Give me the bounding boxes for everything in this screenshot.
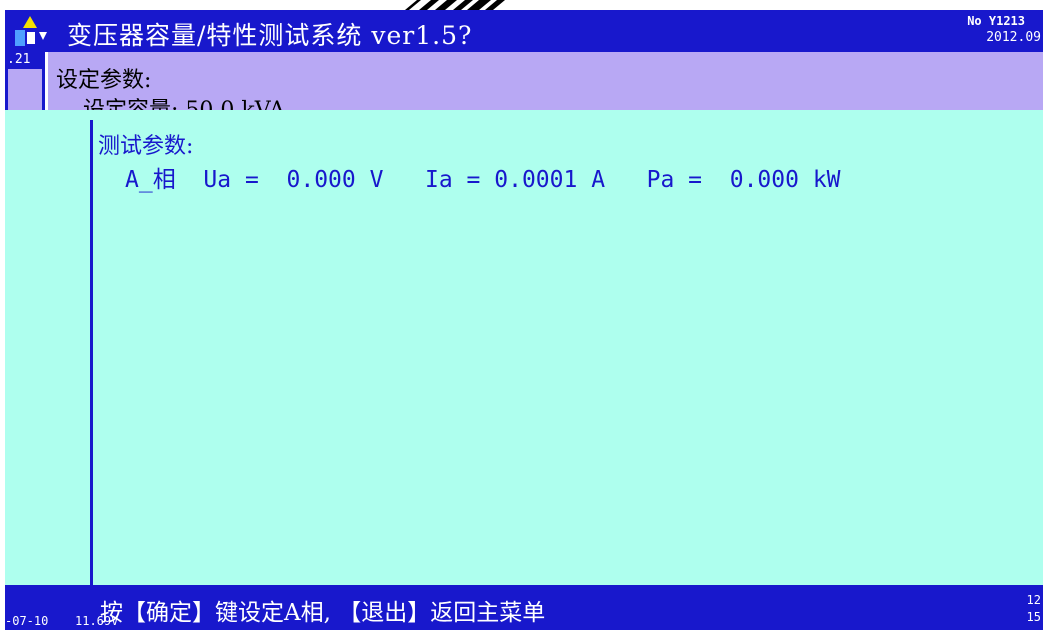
pa-unit: kW — [812, 167, 841, 193]
settings-panel: 设定参数: 设定容量: 50.0 kVA — [48, 52, 1043, 110]
device-number: No Y1213 — [967, 14, 1025, 28]
test-panel: 测试参数: A_相 Ua = 0.000 V Ia = 0.0001 A Pa … — [5, 110, 1043, 585]
capacity-label: 设定容量: — [83, 98, 178, 110]
settings-heading: 设定参数: — [56, 68, 152, 93]
ia-unit: A — [591, 167, 606, 193]
phase-label: A_相 — [125, 167, 176, 193]
ua-label: Ua = — [203, 167, 259, 193]
status-right-bottom: 15 — [1026, 610, 1041, 624]
capacity-value: 50.0 kVA — [185, 98, 285, 110]
left-strip-label: .21 — [7, 52, 31, 67]
test-heading: 测试参数: — [98, 134, 194, 159]
ia-label: Ia = — [425, 167, 481, 193]
ua-value: 0.000 — [286, 167, 356, 193]
device-date: 2012.09 — [986, 30, 1041, 45]
capacity-row: 设定容量: 50.0 kVA — [83, 92, 285, 110]
status-bar: -07-10 11.69V 按【确定】键设定A相, 【退出】返回主菜单 12 1… — [5, 585, 1043, 630]
app-logo-icon — [15, 16, 47, 46]
ua-unit: V — [369, 167, 384, 193]
ia-value: 0.0001 — [494, 167, 578, 193]
status-right-top: 12 — [1026, 593, 1041, 607]
app-title: 变压器容量/特性测试系统 ver1.5? — [67, 21, 473, 50]
scanline-artifact — [405, 0, 505, 10]
status-date: -07-10 — [5, 614, 49, 628]
pa-label: Pa = — [646, 167, 703, 193]
pa-value: 0.000 — [729, 167, 799, 193]
title-bar: 变压器容量/特性测试系统 ver1.5? No Y1213 2012.09 — [5, 10, 1043, 52]
key-hint: 按【确定】键设定A相, 【退出】返回主菜单 — [100, 600, 546, 626]
panel-divider — [90, 120, 93, 585]
phase-a-readings: A_相 Ua = 0.000 V Ia = 0.0001 A Pa = 0.00… — [125, 160, 841, 194]
